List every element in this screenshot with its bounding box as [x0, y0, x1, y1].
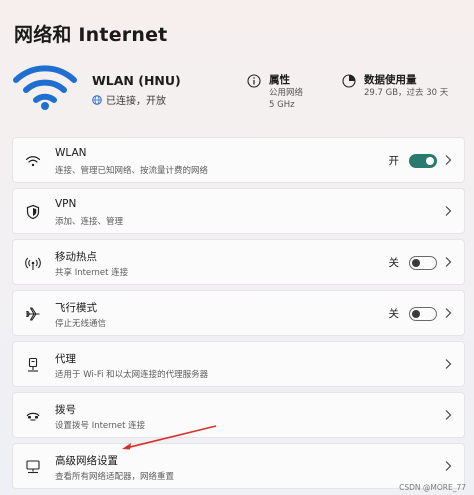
- chevron-right-icon: [445, 410, 452, 420]
- settings-item-title: WLAN: [55, 147, 87, 159]
- properties-line1: 公用网络: [269, 88, 304, 98]
- settings-item-advanced-network[interactable]: 高级网络设置 查看所有网络适配器，网络重置: [12, 443, 465, 489]
- hotspot-toggle-label: 关: [388, 257, 400, 269]
- settings-item-proxy[interactable]: 代理 适用于 Wi-Fi 和以太网连接的代理服务器: [12, 341, 465, 387]
- data-usage-title: 数据使用量: [364, 74, 417, 86]
- settings-item-desc: 停止无线通信: [55, 319, 107, 329]
- dialup-icon: [26, 412, 40, 421]
- wlan-toggle[interactable]: [409, 153, 437, 168]
- hotspot-icon: [25, 257, 41, 270]
- chevron-right-icon: [445, 155, 452, 165]
- settings-item-hotspot[interactable]: 移动热点 共享 Internet 连接 关: [12, 239, 465, 285]
- page-title: 网络和 Internet: [14, 24, 168, 46]
- watermark: CSDN @MORE_77: [399, 483, 466, 492]
- settings-item-desc: 添加、连接、管理: [55, 217, 124, 227]
- connection-name: WLAN (HNU): [92, 73, 181, 88]
- chevron-right-icon: [445, 206, 452, 216]
- data-usage-icon: [342, 74, 356, 88]
- airplane-toggle[interactable]: [409, 306, 437, 321]
- settings-item-title: 移动热点: [55, 251, 97, 263]
- properties-button[interactable]: 属性 公用网络 5 GHz: [247, 72, 303, 111]
- settings-item-title: 飞行模式: [55, 302, 97, 314]
- hotspot-toggle[interactable]: [409, 255, 437, 270]
- properties-line2: 5 GHz: [269, 100, 295, 110]
- airplane-toggle-label: 关: [388, 308, 400, 320]
- settings-item-airplane-mode[interactable]: 飞行模式 停止无线通信 关: [12, 290, 465, 336]
- chevron-right-icon: [445, 359, 452, 369]
- airplane-icon: [26, 307, 40, 321]
- data-usage-button[interactable]: 数据使用量 29.7 GB，过去 30 天: [342, 72, 448, 99]
- globe-icon: [92, 94, 102, 105]
- settings-list: WLAN 连接、管理已知网络、按流量计费的网络 开 VPN 添加、连接、管理 移…: [12, 137, 465, 494]
- proxy-icon: [28, 357, 38, 372]
- network-adapter-icon: [26, 460, 40, 474]
- settings-item-title: 高级网络设置: [55, 455, 118, 467]
- annotation-arrow: [122, 425, 217, 450]
- settings-item-desc: 适用于 Wi-Fi 和以太网连接的代理服务器: [55, 370, 209, 380]
- shield-icon: [26, 204, 40, 220]
- settings-item-title: 代理: [55, 353, 76, 365]
- chevron-right-icon: [445, 257, 452, 267]
- settings-item-dialup[interactable]: 拨号 设置拨号 Internet 连接: [12, 392, 465, 438]
- info-icon: [247, 74, 261, 88]
- settings-item-desc: 查看所有网络适配器，网络重置: [55, 472, 175, 482]
- chevron-right-icon: [445, 308, 452, 318]
- connection-status-text: 已连接，开放: [106, 96, 166, 107]
- data-usage-value: 29.7 GB，过去 30 天: [364, 88, 449, 98]
- settings-item-title: 拨号: [55, 404, 76, 416]
- settings-item-desc: 连接、管理已知网络、按流量计费的网络: [55, 166, 209, 176]
- wifi-icon: [13, 65, 77, 110]
- chevron-right-icon: [445, 461, 452, 471]
- settings-item-vpn[interactable]: VPN 添加、连接、管理: [12, 188, 465, 234]
- properties-title: 属性: [269, 74, 290, 86]
- settings-item-desc: 共享 Internet 连接: [55, 268, 129, 278]
- settings-item-wlan[interactable]: WLAN 连接、管理已知网络、按流量计费的网络 开: [12, 137, 465, 183]
- settings-item-title: VPN: [55, 198, 77, 210]
- wifi-icon: [25, 156, 41, 167]
- connection-status: 已连接，开放: [92, 92, 166, 107]
- wlan-toggle-label: 开: [388, 155, 400, 167]
